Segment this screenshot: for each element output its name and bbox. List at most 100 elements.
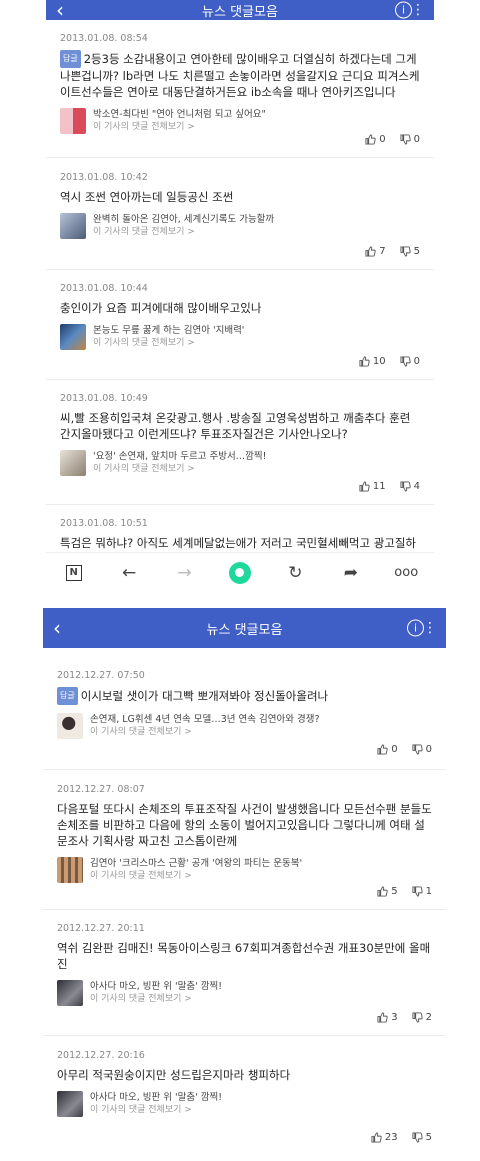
article-title: 본능도 무릎 꿇게 하는 김연아 '지배력' — [93, 325, 245, 336]
screenshot-bottom: ‹ 뉴스 댓글모음 i ⋮ 2012.12.27. 07:50 답글 이시보럴 샛… — [43, 608, 446, 1161]
vote-group: 0 0 — [377, 744, 432, 755]
thumbs-down-icon — [412, 744, 423, 755]
article-link[interactable]: '요정' 손연재, 앞치마 두르고 주방서…깜찍! 이 기사의 댓글 전체보기 … — [60, 450, 420, 476]
thumbs-up-icon — [359, 356, 370, 367]
article-thumbnail — [60, 108, 86, 134]
like-button[interactable]: 7 — [365, 246, 386, 257]
article-link[interactable]: 손연재, LG휘센 4년 연속 모델…3년 연속 김연아와 경쟁? 이 기사의 … — [57, 713, 432, 739]
article-all-comments-link[interactable]: 이 기사의 댓글 전체보기 > — [93, 226, 274, 239]
article-all-comments-link[interactable]: 이 기사의 댓글 전체보기 > — [90, 726, 320, 739]
thumbs-up-icon — [371, 1132, 382, 1143]
green-dot-icon[interactable] — [225, 558, 255, 588]
article-link[interactable]: 아사다 마오, 빙판 위 '말춤' 깜찍! 이 기사의 댓글 전체보기 > — [57, 980, 432, 1006]
article-thumbnail — [57, 713, 83, 739]
comment-item: 2012.12.27. 08:07 다음포털 또다시 손체조의 투표조작질 사건… — [43, 770, 446, 910]
article-all-comments-link[interactable]: 이 기사의 댓글 전체보기 > — [90, 870, 302, 883]
article-all-comments-link[interactable]: 이 기사의 댓글 전체보기 > — [90, 1104, 222, 1117]
thumbs-down-icon — [400, 481, 411, 492]
like-button[interactable]: 10 — [359, 356, 386, 367]
article-thumbnail — [57, 1091, 83, 1117]
vote-group: 11 4 — [359, 481, 420, 492]
thumbs-down-icon — [412, 1012, 423, 1023]
thumbs-down-icon — [412, 886, 423, 897]
like-button[interactable]: 0 — [365, 134, 386, 145]
article-link[interactable]: 김연아 '크리스마스 근황' 공개 '여왕의 파티는 운동복' 이 기사의 댓글… — [57, 857, 432, 883]
reply-badge: 답글 — [57, 687, 78, 705]
app-header: ‹ 뉴스 댓글모음 i ⋮ — [43, 608, 446, 648]
comment-text: 다음포털 또다시 손체조의 투표조작질 사건이 발생했읍니다 모든선수팬 분들도… — [57, 802, 432, 848]
thumbs-up-icon — [377, 886, 388, 897]
reply-badge: 답글 — [60, 50, 81, 68]
info-icon[interactable]: i — [407, 619, 424, 637]
dislike-button[interactable]: 5 — [400, 246, 420, 257]
refresh-icon[interactable]: ↻ — [280, 558, 310, 588]
comment-item: 2012.12.27. 07:50 답글 이시보럴 샛이가 대그빡 뽀개져봐야 정… — [43, 648, 446, 770]
comment-text: 역시 조썬 연아까는데 일등공신 조썬 — [60, 190, 234, 204]
comment-date: 2013.01.08. 08:54 — [60, 33, 148, 44]
article-thumbnail — [57, 857, 83, 883]
thumbs-up-icon — [359, 481, 370, 492]
vote-group: 23 5 — [371, 1132, 432, 1143]
chevron-left-icon[interactable]: ‹ — [53, 618, 61, 638]
article-link[interactable]: 아사다 마오, 빙판 위 '말춤' 깜찍! 이 기사의 댓글 전체보기 > — [57, 1091, 432, 1117]
share-icon[interactable]: ➦ — [336, 558, 366, 588]
article-thumbnail — [60, 450, 86, 476]
article-link[interactable]: 본능도 무릎 꿇게 하는 김연아 '지배력' 이 기사의 댓글 전체보기 > — [60, 324, 420, 350]
article-all-comments-link[interactable]: 이 기사의 댓글 전체보기 > — [93, 121, 266, 134]
dislike-button[interactable]: 2 — [412, 1012, 432, 1023]
thumbs-down-icon — [400, 356, 411, 367]
comment-item: 2013.01.08. 10:42 역시 조썬 연아까는데 일등공신 조썬 완벽… — [46, 158, 434, 270]
article-all-comments-link[interactable]: 이 기사의 댓글 전체보기 > — [90, 993, 222, 1006]
dislike-button[interactable]: 4 — [400, 481, 420, 492]
vote-group: 5 1 — [377, 886, 432, 897]
comment-date: 2013.01.08. 10:44 — [60, 283, 148, 294]
forward-arrow-icon[interactable]: → — [170, 558, 200, 588]
comment-text: 특검은 뭐하냐? 아직도 세계메달없는애가 저러고 국민혈세빼먹고 광고질하는데 — [60, 536, 417, 553]
more-vert-icon[interactable]: ⋮ — [411, 3, 425, 17]
dislike-button[interactable]: 0 — [412, 744, 432, 755]
comment-date: 2013.01.08. 10:42 — [60, 172, 148, 183]
thumbs-up-icon — [365, 134, 376, 145]
info-icon[interactable]: i — [395, 1, 412, 19]
article-title: 김연아 '크리스마스 근황' 공개 '여왕의 파티는 운동복' — [90, 858, 303, 869]
dislike-button[interactable]: 0 — [400, 134, 420, 145]
article-thumbnail — [60, 324, 86, 350]
article-link[interactable]: 박소연-최다빈 "연아 언니처럼 되고 싶어요" 이 기사의 댓글 전체보기 > — [60, 108, 420, 134]
like-button[interactable]: 0 — [377, 744, 398, 755]
comment-date: 2013.01.08. 10:51 — [60, 518, 148, 529]
browser-toolbar: N ← → ↻ ➦ ooo — [46, 552, 434, 592]
thumbs-down-icon — [400, 134, 411, 145]
vote-group: 3 2 — [377, 1012, 432, 1023]
screenshot-top: ‹ 뉴스 댓글모음 i ⋮ 2013.01.08. 08:54 답글 2등3등 소… — [46, 0, 434, 592]
like-button[interactable]: 5 — [377, 886, 398, 897]
page-title: 뉴스 댓글모음 — [206, 622, 283, 638]
dislike-button[interactable]: 1 — [412, 886, 432, 897]
article-all-comments-link[interactable]: 이 기사의 댓글 전체보기 > — [93, 337, 244, 350]
like-button[interactable]: 11 — [359, 481, 386, 492]
comment-item: 2013.01.08. 10:44 충인이가 요즘 피겨에대해 많이배우고있나 … — [46, 270, 434, 380]
comment-text: 답글 2등3등 소감내용이고 연아한테 많이배우고 더열심히 하겠다는데 그게나쁜… — [60, 50, 420, 99]
vote-group: 7 5 — [365, 246, 420, 257]
article-title: 아사다 마오, 빙판 위 '말춤' 깜찍! — [90, 1092, 223, 1103]
comment-date: 2012.12.27. 08:07 — [57, 784, 145, 795]
comment-item: 2013.01.08. 10:49 씨,빨 조용히입국쳐 온갖광고.행사 .방송… — [46, 380, 434, 505]
comment-item: 2013.01.08. 08:54 답글 2등3등 소감내용이고 연아한테 많이배… — [46, 20, 434, 158]
naver-n-icon[interactable]: N — [59, 558, 89, 588]
back-arrow-icon[interactable]: ← — [114, 558, 144, 588]
article-all-comments-link[interactable]: 이 기사의 댓글 전체보기 > — [93, 463, 266, 476]
dislike-button[interactable]: 0 — [400, 356, 420, 367]
like-button[interactable]: 23 — [371, 1132, 398, 1143]
thumbs-down-icon — [412, 1132, 423, 1143]
more-dots-icon[interactable]: ooo — [391, 558, 421, 588]
more-vert-icon[interactable]: ⋮ — [423, 621, 437, 635]
thumbs-up-icon — [377, 1012, 388, 1023]
chevron-left-icon[interactable]: ‹ — [56, 0, 64, 20]
comment-date: 2012.12.27. 20:11 — [57, 923, 145, 934]
comment-date: 2012.12.27. 20:16 — [57, 1050, 145, 1061]
like-button[interactable]: 3 — [377, 1012, 398, 1023]
dislike-button[interactable]: 5 — [412, 1132, 432, 1143]
page-title: 뉴스 댓글모음 — [202, 4, 278, 20]
comment-item: 2012.12.27. 20:16 아무리 적국원숭이지만 성드립은지마라 챙피… — [43, 1036, 446, 1161]
article-link[interactable]: 완벽히 돌아온 김연아, 세계신기록도 가능할까 이 기사의 댓글 전체보기 > — [60, 213, 420, 239]
comment-text: 답글 이시보럴 샛이가 대그빡 뽀개져봐야 정신돌아올려나 — [57, 687, 432, 705]
